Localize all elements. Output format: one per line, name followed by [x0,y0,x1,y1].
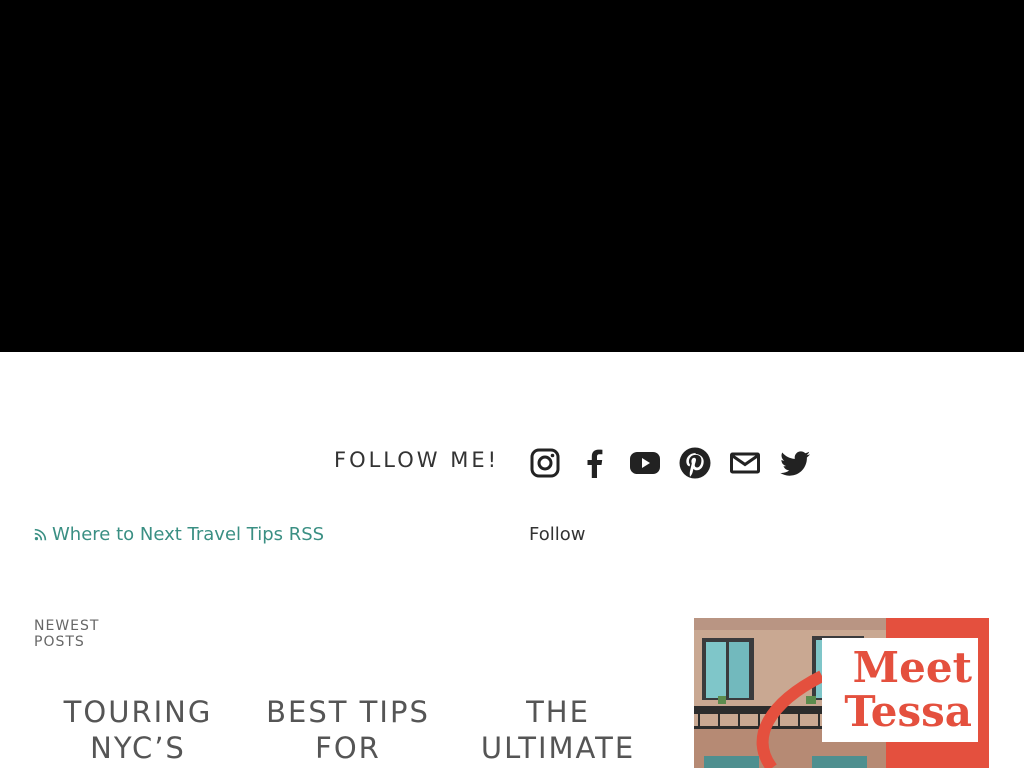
rss-link-label: Where to Next Travel Tips RSS [52,524,325,545]
follow-heading: FOLLOW ME! [334,448,500,472]
youtube-icon[interactable] [629,447,661,479]
post-title-best-tips[interactable]: BEST TIPS FOR [258,694,438,766]
rss-icon [34,528,47,541]
twitter-icon[interactable] [779,447,811,479]
promo-text-box: Meet Tessa [822,638,978,742]
newest-posts-label: NEWEST POSTS [34,618,100,650]
meet-tessa-promo[interactable]: Meet Tessa [694,618,989,768]
rss-feed-link[interactable]: Where to Next Travel Tips RSS [34,524,324,545]
instagram-icon[interactable] [529,447,561,479]
promo-line-tessa: Tessa [844,687,972,736]
facebook-icon[interactable] [579,447,611,479]
follow-button[interactable]: Follow [529,524,585,545]
promo-line-meet: Meet [852,643,972,692]
email-icon[interactable] [729,447,761,479]
post-title-nyc[interactable]: TOURING NYC’S [48,694,228,766]
post-title-ultimate[interactable]: THE ULTIMATE [468,694,648,766]
social-links [529,447,811,479]
pinterest-icon[interactable] [679,447,711,479]
hero-banner [0,0,1024,352]
